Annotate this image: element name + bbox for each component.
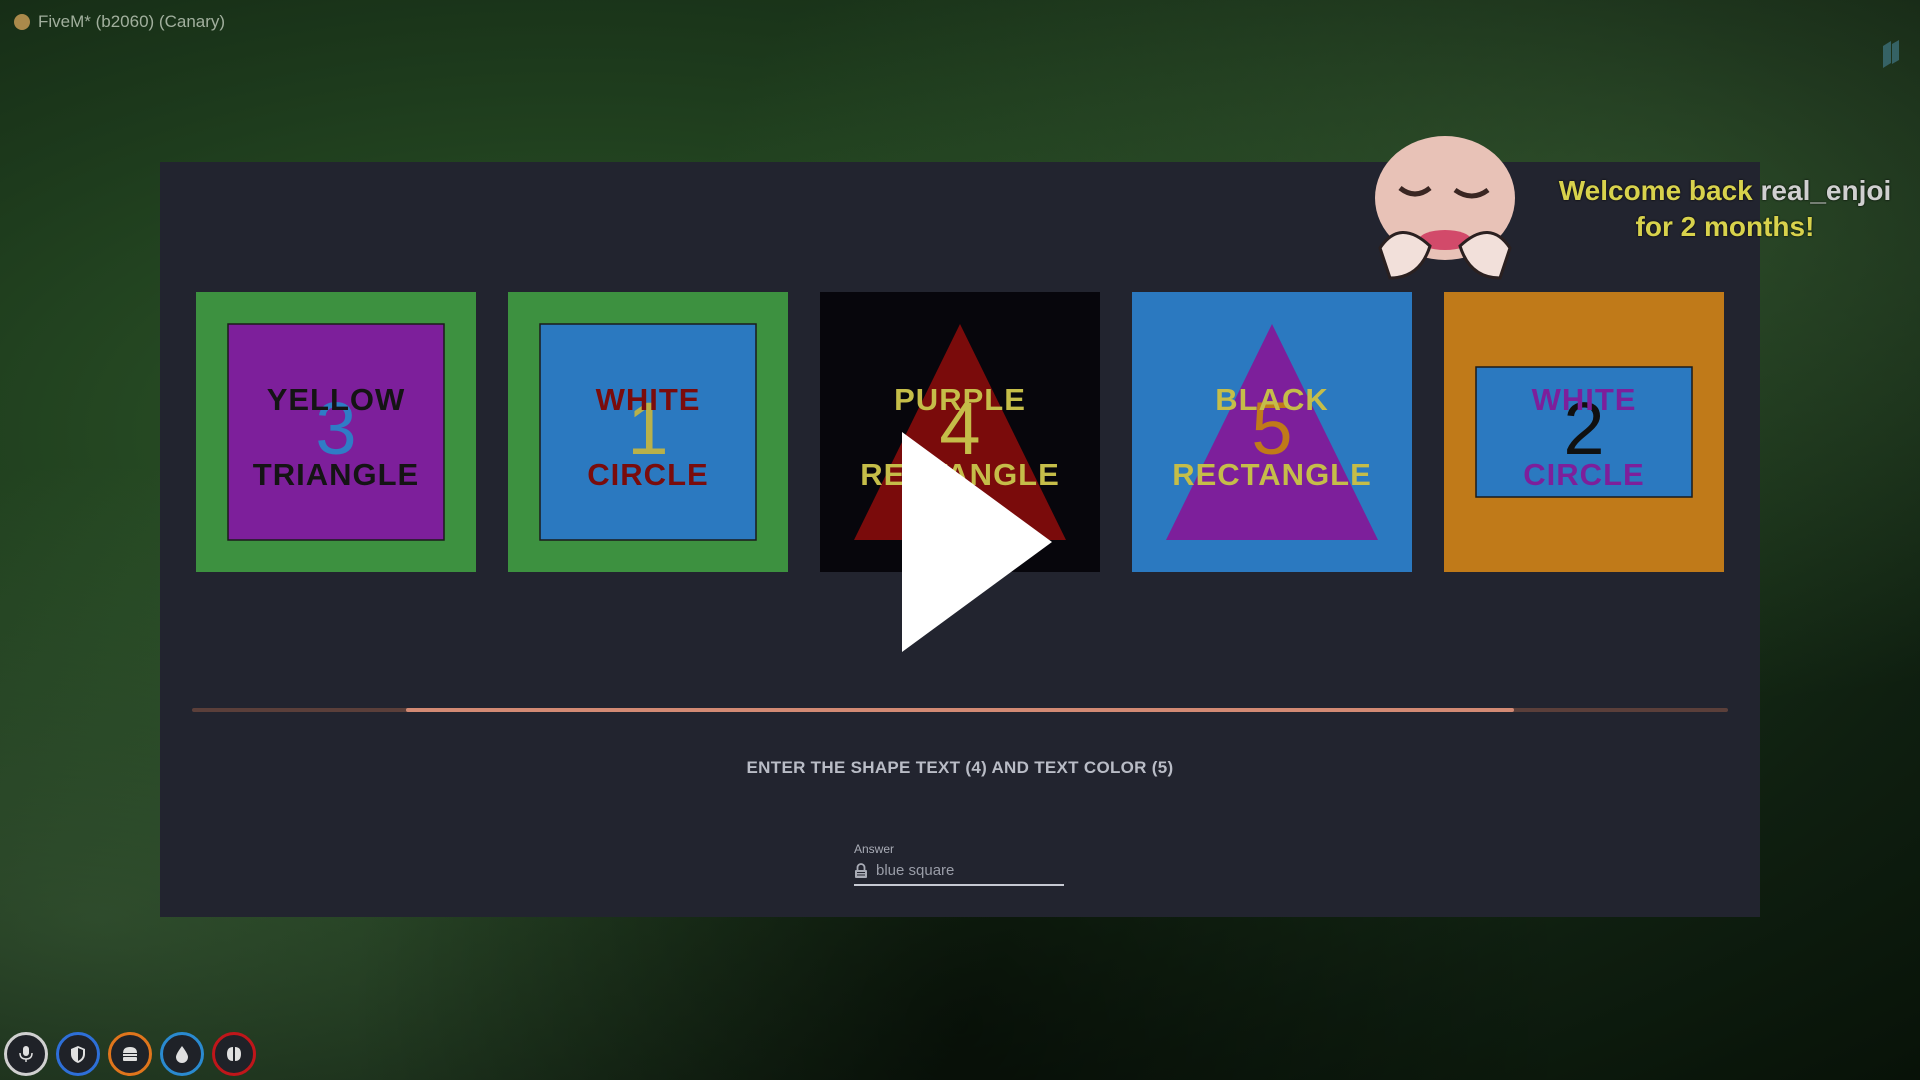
tile-bottom-text: CIRCLE — [587, 457, 709, 492]
hud-shield — [56, 1032, 100, 1076]
answer-label: Answer — [854, 842, 895, 856]
brain-icon — [227, 1047, 241, 1061]
status-hud — [4, 1032, 256, 1076]
water-drop-icon — [176, 1046, 188, 1063]
alert-greeting: Welcome back — [1558, 175, 1761, 206]
tile-top-text: YELLOW — [266, 382, 406, 417]
burger-icon — [123, 1047, 137, 1061]
tile-top-text: PURPLE — [894, 382, 1026, 417]
shield-icon — [71, 1046, 85, 1063]
subscription-alert: Welcome back real_enjoi for 2 months! — [1360, 128, 1900, 298]
window-title: FiveM* (b2060) (Canary) — [38, 12, 226, 31]
answer-input[interactable] — [876, 862, 1046, 879]
hud-burger — [108, 1032, 152, 1076]
tile-bottom-text: TRIANGLE — [252, 457, 420, 492]
shape-tile-2: 1 WHITE CIRCLE — [508, 292, 788, 572]
corner-flag-icon — [1883, 40, 1899, 68]
alert-username: real_enjoi — [1760, 175, 1892, 206]
fivem-logo-icon — [14, 14, 30, 30]
shape-tile-4: 5 BLACK RECTANGLE — [1132, 292, 1412, 572]
subscription-alert-text: Welcome back real_enjoi for 2 months! — [1555, 173, 1895, 245]
play-icon[interactable] — [902, 432, 1052, 652]
tile-top-text: WHITE — [595, 382, 701, 417]
tile-top-text: WHITE — [1531, 382, 1637, 417]
timer-progress-fill — [405, 708, 1515, 712]
shape-tile-5: 2 WHITE CIRCLE — [1444, 292, 1724, 572]
timer-progress-track — [192, 708, 1728, 712]
tile-bottom-text: RECTANGLE — [1172, 457, 1372, 492]
tile-bottom-text: CIRCLE — [1523, 457, 1645, 492]
answer-field: Answer — [854, 842, 1064, 886]
alert-duration: for 2 months! — [1635, 211, 1815, 242]
shape-tile-1: 3 YELLOW TRIANGLE — [196, 292, 476, 572]
instruction-text: ENTER THE SHAPE TEXT (4) AND TEXT COLOR … — [746, 758, 1174, 777]
microphone-icon — [19, 1046, 33, 1062]
tile-top-text: BLACK — [1215, 382, 1329, 417]
hud-microphone — [4, 1032, 48, 1076]
emote-face-image — [1375, 136, 1515, 280]
lock-icon — [855, 862, 867, 878]
window-title-bar: FiveM* (b2060) (Canary) — [14, 12, 225, 32]
hud-water-drop — [160, 1032, 204, 1076]
hud-brain — [212, 1032, 256, 1076]
